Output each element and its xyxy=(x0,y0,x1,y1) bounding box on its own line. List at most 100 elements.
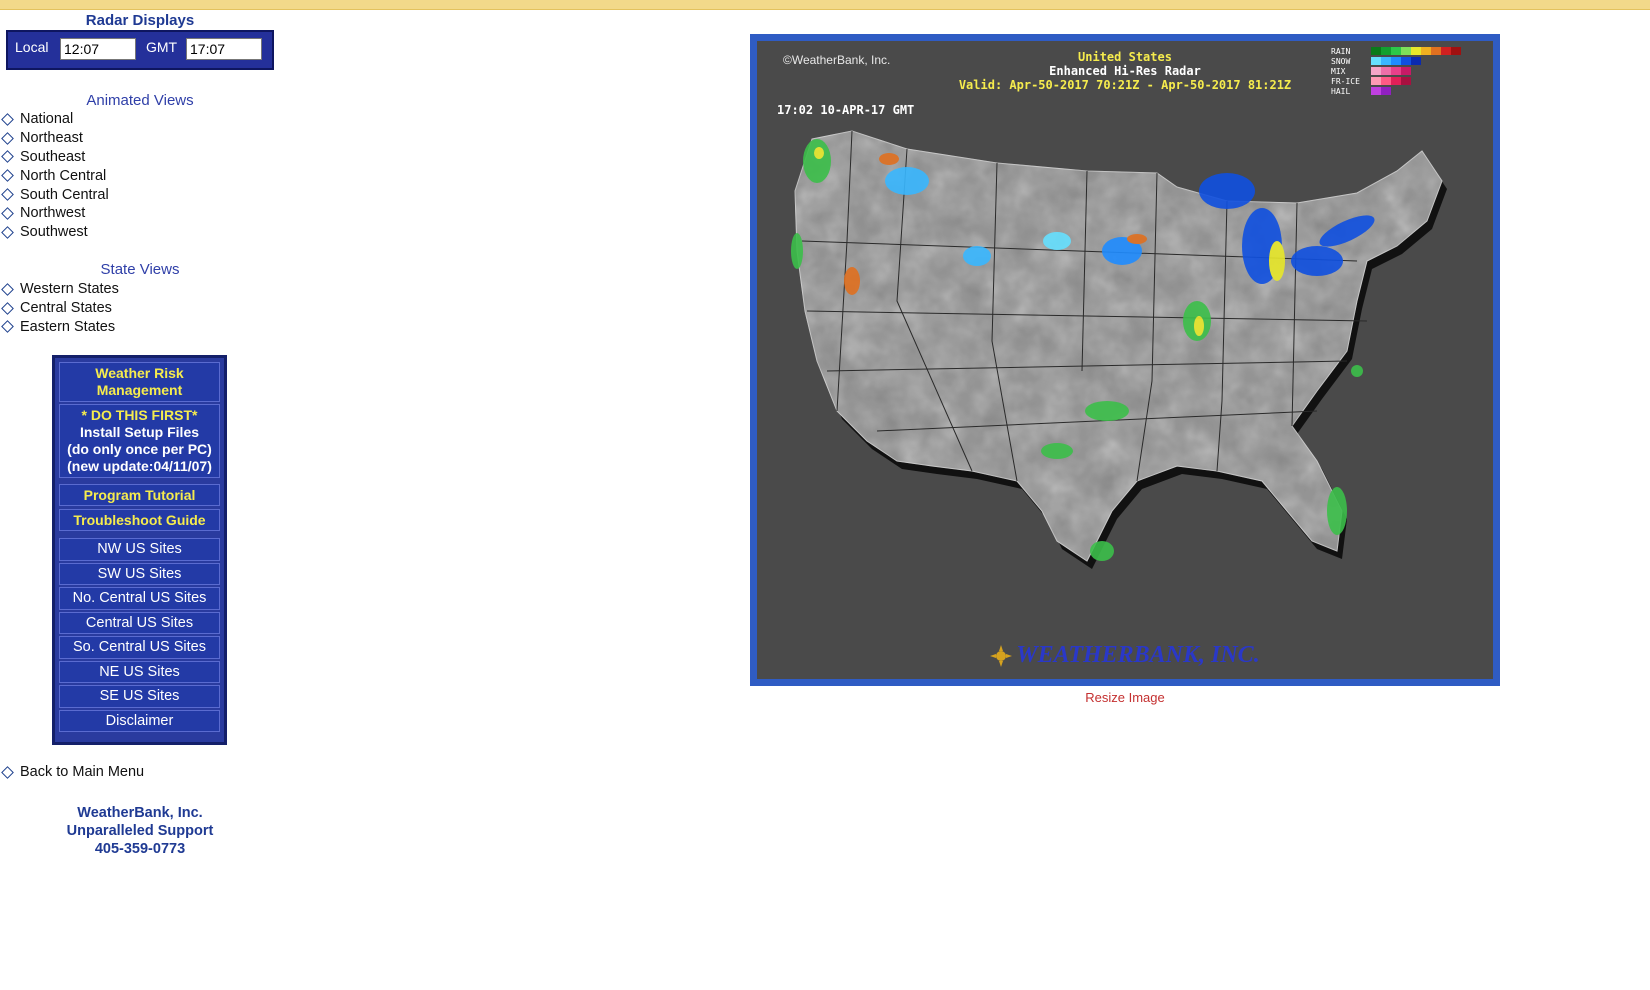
company-name: WeatherBank, Inc. xyxy=(77,805,203,821)
animated-views-list: National Northeast Southeast North Centr… xyxy=(0,110,109,242)
brand-text: WEATHERBANK, INC. xyxy=(1016,642,1260,668)
legend-swatch xyxy=(1371,77,1381,85)
diamond-bullet-icon xyxy=(1,207,14,220)
diamond-bullet-icon xyxy=(1,113,14,126)
legend-row-mix: MIX xyxy=(1331,66,1481,76)
legend-swatch xyxy=(1381,47,1391,55)
local-time-field[interactable] xyxy=(60,38,136,60)
legend-swatch xyxy=(1411,57,1421,65)
back-to-main-menu-link[interactable]: Back to Main Menu xyxy=(0,764,144,780)
nav-central-states[interactable]: Central States xyxy=(0,299,119,318)
nav-label: Southeast xyxy=(20,148,86,165)
nav-southwest[interactable]: Southwest xyxy=(0,223,109,242)
install-setup-label: Install Setup Files xyxy=(79,424,200,440)
legend-row-rain: RAIN xyxy=(1331,46,1481,56)
program-tutorial-button[interactable]: Program Tutorial xyxy=(59,484,220,506)
diamond-bullet-icon xyxy=(1,283,14,296)
resize-image-link[interactable]: Resize Image xyxy=(750,690,1500,705)
nav-label: North Central xyxy=(20,167,107,184)
animated-views-title: Animated Views xyxy=(86,92,194,109)
legend-swatch xyxy=(1391,57,1401,65)
state-views-title: State Views xyxy=(100,261,180,278)
nav-northwest[interactable]: Northwest xyxy=(0,204,109,223)
back-label: Back to Main Menu xyxy=(20,764,145,780)
nav-north-central[interactable]: North Central xyxy=(0,166,109,185)
nav-southeast[interactable]: Southeast xyxy=(0,148,109,167)
legend-swatches xyxy=(1371,67,1411,75)
disclaimer-button[interactable]: Disclaimer xyxy=(59,709,220,732)
legend-swatch xyxy=(1371,57,1381,65)
legend-swatch xyxy=(1391,67,1401,75)
troubleshoot-guide-button[interactable]: Troubleshoot Guide xyxy=(59,509,220,531)
company-tagline: Unparalleled Support xyxy=(66,823,214,839)
state-views-list: Western States Central States Eastern St… xyxy=(0,280,119,336)
radar-map-image: ©WeatherBank, Inc. United States Enhance… xyxy=(757,41,1493,679)
company-phone: 405-359-0773 xyxy=(94,841,186,857)
weather-risk-management-panel: Weather Risk Management * DO THIS FIRST*… xyxy=(52,355,227,745)
legend-swatches xyxy=(1371,87,1391,95)
nav-label: Northeast xyxy=(20,130,83,147)
diamond-bullet-icon xyxy=(1,225,14,239)
weatherbank-brand: WEATHERBANK, INC. xyxy=(757,642,1493,669)
legend-label: MIX xyxy=(1331,66,1346,76)
install-update-note: (new update:04/11/07) xyxy=(67,458,212,474)
legend-label: SNOW xyxy=(1331,56,1351,66)
sw-us-sites-button[interactable]: SW US Sites xyxy=(59,562,220,585)
legend-row-fr-ice: FR-ICE xyxy=(1331,76,1481,86)
legend-row-snow: SNOW xyxy=(1331,56,1481,66)
nw-us-sites-button[interactable]: NW US Sites xyxy=(59,538,220,561)
nav-eastern-states[interactable]: Eastern States xyxy=(0,318,119,337)
wrm-title-line: Weather Risk xyxy=(95,365,184,381)
legend-swatch xyxy=(1381,87,1391,95)
so-central-us-sites-button[interactable]: So. Central US Sites xyxy=(59,636,220,659)
legend-swatch xyxy=(1381,77,1391,85)
nav-western-states[interactable]: Western States xyxy=(0,280,119,299)
radar-displays-title: Radar Displays xyxy=(85,12,195,29)
do-this-first-label: * DO THIS FIRST* xyxy=(81,407,198,423)
nav-label: Western States xyxy=(20,281,119,298)
legend-swatch xyxy=(1421,47,1431,55)
legend-swatch xyxy=(1401,77,1411,85)
legend-swatch xyxy=(1401,67,1411,75)
top-banner-strip xyxy=(0,0,1650,10)
legend-swatch xyxy=(1431,47,1441,55)
diamond-bullet-icon xyxy=(1,320,14,334)
nav-national[interactable]: National xyxy=(0,110,109,129)
precip-legend: RAIN SNOW MIX FR-ICE HAIL xyxy=(1331,46,1481,96)
central-us-sites-button[interactable]: Central US Sites xyxy=(59,611,220,634)
ne-us-sites-button[interactable]: NE US Sites xyxy=(59,660,220,683)
install-setup-files-button[interactable]: * DO THIS FIRST* Install Setup Files (do… xyxy=(59,404,220,478)
legend-swatch xyxy=(1371,67,1381,75)
diamond-bullet-icon xyxy=(1,150,14,164)
nav-northeast[interactable]: Northeast xyxy=(0,129,109,148)
se-us-sites-button[interactable]: SE US Sites xyxy=(59,685,220,708)
gmt-label: GMT xyxy=(146,39,178,55)
legend-swatch xyxy=(1441,47,1451,55)
diamond-bullet-icon xyxy=(1,765,14,779)
nav-label: Northwest xyxy=(20,205,86,222)
diamond-bullet-icon xyxy=(1,188,14,201)
legend-swatch xyxy=(1371,47,1381,55)
legend-swatch xyxy=(1391,77,1401,85)
nav-label: Southwest xyxy=(20,224,88,241)
gmt-time-field[interactable] xyxy=(186,38,262,60)
no-central-us-sites-button[interactable]: No. Central US Sites xyxy=(59,587,220,610)
nav-south-central[interactable]: South Central xyxy=(0,185,109,204)
legend-swatch xyxy=(1411,47,1421,55)
legend-swatch xyxy=(1391,47,1401,55)
legend-swatch xyxy=(1381,57,1391,65)
legend-label: RAIN xyxy=(1331,46,1351,56)
radar-timestamp: 17:02 10-APR-17 GMT xyxy=(777,103,915,117)
wrm-title-line: Management xyxy=(96,382,183,398)
radar-image-frame: ©WeatherBank, Inc. United States Enhance… xyxy=(750,34,1500,686)
local-label: Local xyxy=(15,39,49,55)
time-display-box: Local GMT xyxy=(6,30,274,70)
legend-label: HAIL xyxy=(1331,86,1351,96)
legend-row-hail: HAIL xyxy=(1331,86,1481,96)
nav-label: National xyxy=(20,111,74,128)
diamond-bullet-icon xyxy=(1,169,14,183)
legend-swatch xyxy=(1401,47,1411,55)
legend-label: FR-ICE xyxy=(1331,76,1360,86)
diamond-bullet-icon xyxy=(1,131,14,145)
legend-swatch xyxy=(1451,47,1461,55)
